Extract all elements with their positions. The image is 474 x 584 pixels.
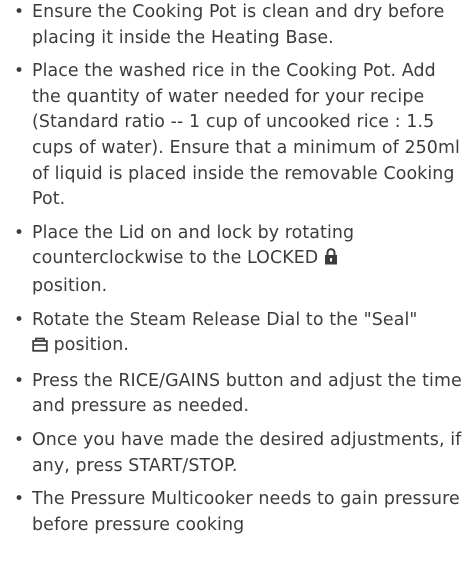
list-item: • Place the Lid on and lock by rotating … <box>0 221 474 300</box>
bullet: • <box>14 489 25 510</box>
instruction-text: position. <box>53 335 129 356</box>
instruction-text: Rotate the Steam Release Dial to the "Se… <box>32 309 418 330</box>
bullet: • <box>14 61 25 82</box>
list-item: • Ensure the Cooking Pot is clean and dr… <box>0 0 474 51</box>
instruction-text: position. <box>32 275 108 296</box>
lock-icon <box>324 248 338 274</box>
instruction-text: Place the Lid on and lock by rotating co… <box>32 222 355 269</box>
instruction-text: Press the RICE/GAINS button and adjust t… <box>32 370 462 417</box>
instruction-text: Once you have made the desired adjustmen… <box>32 429 462 476</box>
bullet: • <box>14 309 25 330</box>
list-item: • The Pressure Multicooker needs to gain… <box>0 487 474 538</box>
instruction-text: The Pressure Multicooker needs to gain p… <box>32 489 460 535</box>
instruction-list: • Ensure the Cooking Pot is clean and dr… <box>0 0 474 546</box>
list-item: • Place the washed rice in the Cooking P… <box>0 59 474 213</box>
list-item: • Rotate the Steam Release Dial to the "… <box>0 308 474 361</box>
list-item: • Once you have made the desired adjustm… <box>0 428 474 479</box>
instruction-text: Place the washed rice in the Cooking Pot… <box>32 61 460 210</box>
bullet: • <box>14 222 25 243</box>
bullet: • <box>14 2 25 22</box>
list-item: • Press the RICE/GAINS button and adjust… <box>0 369 474 420</box>
instruction-text: Ensure the Cooking Pot is clean and dry … <box>32 2 445 48</box>
bullet: • <box>14 429 25 450</box>
seal-icon <box>32 335 48 361</box>
bullet: • <box>14 370 25 391</box>
